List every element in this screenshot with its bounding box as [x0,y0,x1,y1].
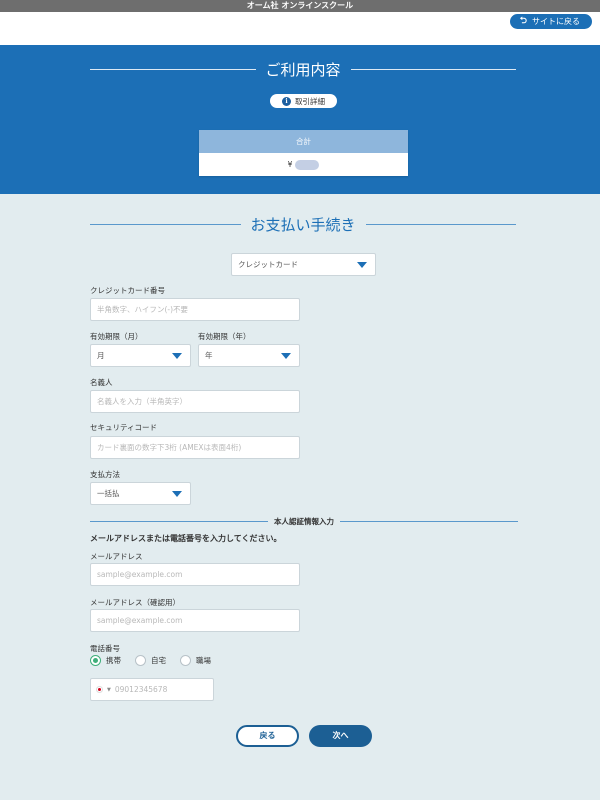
exp-year-select[interactable]: 年 [198,344,300,367]
total-box: 合計 ¥ [199,130,408,176]
payment-title-text: お支払い手続き [250,216,356,234]
exp-month-value: 月 [97,351,105,360]
holder-input[interactable] [90,390,300,413]
transaction-detail-button[interactable]: i 取引詳細 [270,94,337,108]
chevron-down-icon [281,353,291,359]
auth-divider-text: 本人認証情報入力 [274,517,334,526]
security-code-label: セキュリティコード [90,423,158,432]
japan-flag-icon[interactable] [96,686,103,693]
usage-section: ご利用内容 i 取引詳細 合計 ¥ [0,45,600,194]
pay-method-label: 支払方法 [90,470,120,479]
installment-select[interactable]: 一括払 [90,482,191,505]
email-input[interactable] [90,563,300,586]
phone-type-radios: 携帯 自宅 職場 [90,655,225,666]
email-confirm-input[interactable] [90,609,300,632]
next-button[interactable]: 次へ [309,725,372,747]
radio-home-label: 自宅 [151,656,166,665]
blurred-amount [295,159,320,170]
payment-method-value: クレジットカード [238,260,298,269]
usage-title: ご利用内容 [90,59,517,80]
chevron-down-icon [357,262,367,268]
return-arrow-icon: ⮌ [519,16,527,26]
email-confirm-label: メールアドレス（確認用） [90,598,180,607]
phone-placeholder: 09012345678 [114,685,168,694]
title-line-left [90,69,256,70]
transaction-detail-label: 取引詳細 [295,96,325,106]
app-title-bar: オーム社 オンラインスクール [0,0,600,12]
installment-value: 一括払 [97,489,120,498]
radio-home-circle[interactable] [135,655,146,666]
payment-title: お支払い手続き [90,214,517,235]
phone-label: 電話番号 [90,644,120,653]
total-label: 合計 [199,130,408,153]
caret-down-icon[interactable]: ▼ [107,687,111,693]
currency-symbol: ¥ [287,160,293,169]
security-code-input[interactable] [90,436,300,459]
radio-work-circle[interactable] [180,655,191,666]
radio-mobile-label: 携帯 [106,656,121,665]
exp-year-label: 有効期限（年） [198,332,251,341]
title-line-left [90,224,241,225]
header-bar: ⮌ サイトに戻る [0,12,600,45]
title-line-right [350,69,517,70]
chevron-down-icon [172,491,182,497]
info-icon: i [282,96,291,106]
radio-mobile[interactable]: 携帯 [90,655,121,666]
back-to-site-button[interactable]: ⮌ サイトに戻る [509,14,592,29]
chevron-down-icon [172,353,182,359]
payment-method-select[interactable]: クレジットカード [231,253,376,276]
card-number-label: クレジットカード番号 [90,286,165,295]
usage-title-text: ご利用内容 [265,61,341,79]
divider-line-left [90,521,268,522]
total-value: ¥ [199,153,408,176]
card-number-input[interactable] [90,298,300,321]
back-to-site-label: サイトに戻る [532,17,580,26]
phone-input[interactable]: ▼ 09012345678 [90,678,214,701]
back-button[interactable]: 戻る [236,725,299,747]
exp-month-label: 有効期限（月） [90,332,143,341]
auth-divider: 本人認証情報入力 [90,516,518,527]
auth-note: メールアドレスまたは電話番号を入力してください。 [90,534,282,543]
email-label: メールアドレス [90,552,143,561]
holder-label: 名義人 [90,378,113,387]
radio-home[interactable]: 自宅 [135,655,166,666]
radio-mobile-circle[interactable] [90,655,101,666]
divider-line-right [340,521,518,522]
radio-work-label: 職場 [196,656,211,665]
title-line-right [365,224,517,225]
exp-month-select[interactable]: 月 [90,344,191,367]
radio-work[interactable]: 職場 [180,655,211,666]
exp-year-value: 年 [205,351,213,360]
